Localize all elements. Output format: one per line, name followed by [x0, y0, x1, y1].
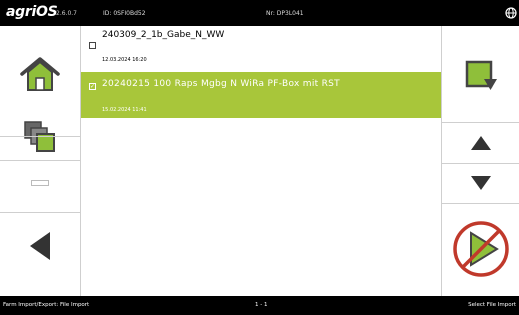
copy-icon [24, 121, 55, 152]
top-bar: agriOS 2.6.0.7 ID: 0SFI0Bd52 Nr: DP3L041 [0, 0, 519, 26]
status-right: Select File Import [468, 302, 516, 308]
status-bar: Farm Import/Export: File Import 1 - 1 Se… [0, 296, 519, 315]
scroll-up-button[interactable] [442, 123, 519, 163]
file-name: 20240215 100 Raps Mgbg N WiRa PF-Box mit… [102, 79, 340, 89]
checkbox[interactable] [89, 42, 96, 49]
export-icon [465, 60, 497, 90]
file-date: 12.03.2024 16:20 [102, 57, 147, 63]
file-list: 240309_2_1b_Gabe_N_WW 12.03.2024 16:20 ✓… [81, 26, 441, 296]
brand-version: 2.6.0.7 [56, 10, 77, 17]
confirm-button[interactable] [442, 214, 519, 284]
file-name: 240309_2_1b_Gabe_N_WW [102, 30, 225, 40]
page-indicator: 1 - 1 [255, 302, 268, 308]
confirm-icon [452, 221, 509, 277]
minimize-button[interactable] [0, 168, 80, 198]
list-item[interactable]: 240309_2_1b_Gabe_N_WW 12.03.2024 16:20 [81, 26, 441, 70]
minimize-icon [31, 180, 49, 186]
divider [442, 203, 519, 204]
copy-button[interactable] [0, 114, 80, 160]
brand-logo: agriOS [6, 4, 58, 20]
down-arrow-icon [470, 176, 491, 190]
divider [0, 160, 80, 161]
right-toolbar [442, 26, 519, 296]
status-left: Farm Import/Export: File Import [3, 302, 90, 308]
up-arrow-icon [470, 136, 491, 150]
divider [0, 136, 80, 137]
scroll-down-button[interactable] [442, 163, 519, 203]
back-button[interactable] [0, 216, 80, 276]
back-arrow-icon [30, 232, 50, 260]
status-id: ID: 0SFI0Bd52 [103, 10, 146, 17]
file-date: 15.02.2024 11:41 [102, 107, 147, 113]
list-item-selected[interactable]: ✓ 20240215 100 Raps Mgbg N WiRa PF-Box m… [81, 72, 441, 118]
home-button[interactable] [0, 46, 80, 101]
status-nr: Nr: DP3L041 [266, 10, 304, 17]
export-button[interactable] [442, 46, 519, 106]
divider [442, 122, 519, 123]
divider [0, 212, 80, 213]
home-icon [20, 56, 60, 91]
checkbox-checked[interactable]: ✓ [89, 83, 96, 90]
globe-icon[interactable] [505, 7, 517, 19]
left-toolbar [0, 26, 80, 296]
divider [442, 163, 519, 164]
